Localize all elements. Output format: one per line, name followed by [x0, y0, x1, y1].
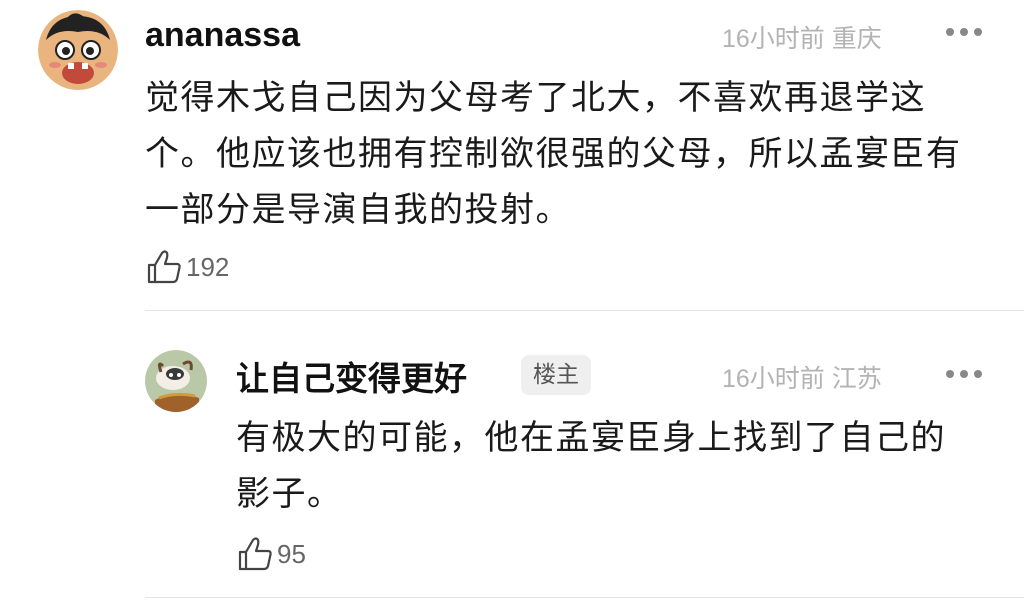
divider [145, 597, 1024, 598]
comment-text: 有极大的可能，他在孟宴臣身上找到了自己的影子。 [236, 418, 946, 514]
divider [145, 310, 1024, 311]
cow-toy-avatar-icon [145, 350, 207, 412]
like-count: 95 [277, 538, 306, 569]
op-badge: 楼主 [521, 355, 591, 395]
user-avatar[interactable] [145, 350, 207, 412]
comment-meta: 16小时前 江苏 [722, 359, 882, 395]
more-options-icon[interactable] [944, 370, 984, 380]
comment-time: 16小时前 [722, 365, 825, 393]
username[interactable]: 让自己变得更好 [236, 352, 467, 400]
thumbs-up-icon [238, 537, 272, 571]
reply-item: 让自己变得更好 楼主 16小时前 江苏 有极大的可能，他在孟宴臣身上找到了自己的… [0, 0, 1024, 598]
like-button[interactable]: 95 [235, 534, 306, 574]
comment-location: 江苏 [831, 365, 882, 393]
